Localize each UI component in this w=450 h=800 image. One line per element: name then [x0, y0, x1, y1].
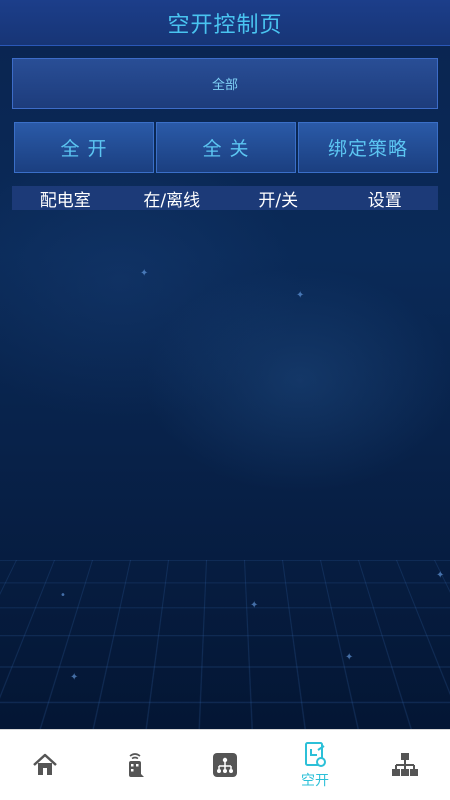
room-filter-value: 全部 — [211, 78, 238, 93]
page-title: 空开控制页 — [167, 12, 283, 38]
sparkle-decoration: ✦ — [345, 652, 354, 663]
sparkle-decoration: ✦ — [140, 268, 149, 279]
room-filter-select[interactable]: 全部 — [12, 58, 438, 109]
bind-policy-button[interactable]: 绑定策略 — [298, 122, 438, 173]
nav-item-network[interactable] — [180, 730, 270, 800]
sparkle-decoration: ✦ — [436, 570, 445, 581]
remote-control-icon — [129, 753, 144, 777]
nav-item-remote[interactable] — [90, 730, 180, 800]
sparkle-decoration: ✦ — [250, 600, 259, 611]
sparkle-decoration: • — [60, 590, 66, 601]
background-grid — [0, 560, 450, 729]
column-header-switch-state: 开/关 — [258, 190, 299, 211]
nav-item-breaker-label: 空开 — [301, 772, 329, 789]
table-header: 配电室 在/离线 开/关 设置 — [12, 186, 438, 211]
network-device-icon — [213, 753, 237, 777]
all-off-button[interactable]: 全 关 — [156, 122, 296, 173]
action-bar: 全 开 全 关 绑定策略 — [14, 122, 438, 173]
column-header-online-status: 在/离线 — [143, 190, 201, 211]
app-header: 空开控制页 — [0, 0, 450, 46]
column-header-settings: 设置 — [367, 190, 402, 211]
topology-icon — [392, 753, 418, 776]
home-icon — [33, 753, 57, 775]
nav-item-topology[interactable] — [360, 730, 450, 800]
sparkle-decoration: ✦ — [296, 290, 305, 301]
nav-item-home[interactable] — [0, 730, 90, 800]
bottom-nav: 空开 — [0, 729, 450, 800]
all-on-button[interactable]: 全 开 — [14, 122, 154, 173]
breaker-switch-icon — [305, 741, 326, 767]
background-screen: ✦ ✦ • ✦ ✦ ✦ ✦ — [0, 0, 450, 729]
column-header-room: 配电室 — [39, 190, 91, 211]
nav-item-breaker[interactable]: 空开 — [270, 730, 360, 800]
sparkle-decoration: ✦ — [70, 672, 79, 683]
